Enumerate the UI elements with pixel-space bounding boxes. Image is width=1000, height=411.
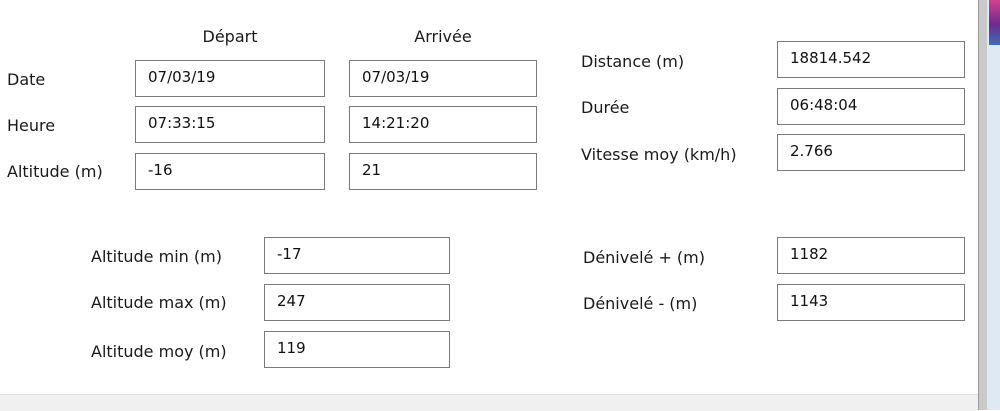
denivele-minus-field[interactable]: 1143 — [777, 284, 965, 321]
header-arrivee: Arrivée — [414, 27, 472, 46]
altitude-moy-field[interactable]: 119 — [264, 331, 450, 368]
arrivee-date-field[interactable]: 07/03/19 — [349, 60, 537, 97]
altitude-max-label: Altitude max (m) — [91, 293, 227, 312]
track-statistics-panel: Départ Arrivée Date 07/03/19 07/03/19 He… — [0, 0, 978, 411]
altitude-min-field[interactable]: -17 — [264, 237, 450, 274]
altitude-min-label: Altitude min (m) — [91, 247, 222, 266]
window-edge — [978, 0, 1000, 410]
altitude-max-field[interactable]: 247 — [264, 284, 450, 321]
denivele-minus-label: Dénivelé - (m) — [583, 294, 698, 313]
depart-date-field[interactable]: 07/03/19 — [135, 60, 325, 97]
thumbnail-strip — [989, 0, 1000, 45]
duree-field[interactable]: 06:48:04 — [777, 88, 965, 125]
distance-field[interactable]: 18814.542 — [777, 41, 965, 78]
altitude-moy-label: Altitude moy (m) — [91, 342, 227, 361]
heure-label: Heure — [7, 116, 56, 135]
altitude-label: Altitude (m) — [7, 162, 103, 181]
depart-altitude-field[interactable]: -16 — [135, 153, 325, 190]
dialog-bottom-strip — [0, 394, 978, 411]
arrivee-heure-field[interactable]: 14:21:20 — [349, 106, 537, 143]
vitesse-field[interactable]: 2.766 — [777, 134, 965, 171]
denivele-plus-label: Dénivelé + (m) — [583, 248, 705, 267]
date-label: Date — [7, 70, 46, 89]
depart-heure-field[interactable]: 07:33:15 — [135, 106, 325, 143]
arrivee-altitude-field[interactable]: 21 — [349, 153, 537, 190]
denivele-plus-field[interactable]: 1182 — [777, 237, 965, 274]
vitesse-label: Vitesse moy (km/h) — [581, 145, 737, 164]
duree-label: Durée — [581, 98, 630, 117]
distance-label: Distance (m) — [581, 52, 685, 71]
header-depart: Départ — [202, 27, 258, 46]
